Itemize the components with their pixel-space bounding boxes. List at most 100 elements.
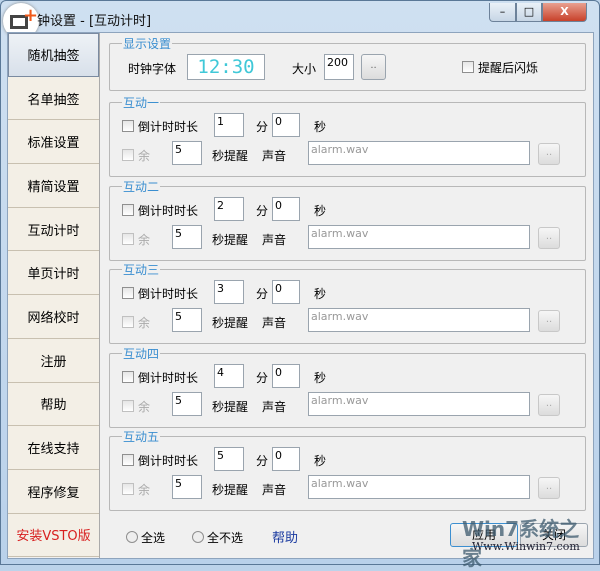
remain-checkbox[interactable] [122,399,134,412]
interaction-group: 互动二 倒计时时长 2 分 0 秒 余 5 秒提醒 声音 alarm.wav .… [109,177,586,261]
remain-checkbox[interactable] [122,149,134,161]
countdown-label: 倒计时时长 [138,203,199,218]
sound-label: 声音 [262,483,287,497]
interaction-group: 互动四 倒计时时长 4 分 0 秒 余 5 秒提醒 声音 alarm.wav .… [109,344,586,428]
window-title: 钟设置 - [互动计时] [37,14,152,29]
sidebar-item[interactable]: 随机抽签 [8,33,99,77]
select-all-radio[interactable] [126,531,138,543]
countdown-checkbox[interactable] [122,454,134,466]
sidebar-item[interactable]: 在线支持 [8,426,99,470]
remind-seconds-input[interactable]: 5 [172,308,202,332]
sidebar-item[interactable]: 帮助 [8,382,99,427]
remain-label: 余 [138,149,151,163]
clock-font-preview[interactable]: 12:30 [187,54,265,80]
remain-label: 余 [138,232,151,247]
group-legend: 显示设置 [122,35,173,52]
flash-checkbox[interactable] [462,61,474,73]
close-dialog-button[interactable]: 关闭 [520,523,588,547]
sound-file-input[interactable]: alarm.wav [308,308,530,332]
sidebar-item[interactable]: 注册 [8,338,99,383]
countdown-checkbox[interactable] [122,120,134,132]
select-none-radio[interactable] [192,531,204,543]
clock-font-label: 时钟字体 [128,62,177,76]
sound-label: 声音 [262,399,287,414]
group-legend: 互动一 [122,94,161,111]
seconds-input[interactable]: 0 [272,196,300,221]
countdown-label: 倒计时时长 [138,370,199,385]
minutes-label: 分 [256,203,269,218]
remain-checkbox[interactable] [122,232,134,245]
remind-seconds-input[interactable]: 5 [172,391,202,416]
remind-seconds-input[interactable]: 5 [172,475,202,499]
group-legend: 互动三 [122,261,161,278]
minutes-label: 分 [256,287,269,301]
seconds-input[interactable]: 0 [272,280,300,304]
sidebar-item[interactable]: 互动计时 [8,207,99,252]
sound-file-input[interactable]: alarm.wav [308,391,530,416]
minutes-input[interactable]: 5 [214,447,244,471]
remind-label: 秒提醒 [212,232,249,247]
client-area: 随机抽签 名单抽签 标准设置 精简设置 互动计时 单页计时 网络校时 注册 帮助 在线支持 程序修复… [7,32,594,570]
seconds-label: 秒 [314,120,327,134]
font-browse-button[interactable]: .. [361,54,386,80]
sound-browse-button[interactable]: .. [538,310,560,332]
remain-checkbox[interactable] [122,316,134,328]
remind-label: 秒提醒 [212,316,249,330]
sidebar-item[interactable]: 名单抽签 [8,76,99,121]
countdown-checkbox[interactable] [122,287,134,299]
countdown-label: 倒计时时长 [138,454,199,468]
remain-label: 余 [138,483,151,497]
size-input[interactable]: 200 [324,54,354,80]
app-window: + 钟设置 - [互动计时] – □ X 随机抽签 名单抽签 标准设置 精简设置 互动计… [0,0,600,570]
interaction-group: 互动三 倒计时时长 3 分 0 秒 余 5 秒提醒 声音 alarm.wav .… [109,261,586,344]
seconds-input[interactable]: 0 [272,113,300,137]
remind-label: 秒提醒 [212,399,249,414]
sidebar-item[interactable]: 精简设置 [8,164,99,208]
remind-seconds-input[interactable]: 5 [172,224,202,249]
flash-label: 提醒后闪烁 [478,61,539,75]
remind-seconds-input[interactable]: 5 [172,141,202,165]
sidebar-item[interactable]: 网络校时 [8,295,99,339]
seconds-input[interactable]: 0 [272,363,300,388]
minutes-label: 分 [256,370,269,385]
group-legend: 互动二 [122,177,161,195]
sound-label: 声音 [262,149,287,163]
size-label: 大小 [292,62,317,76]
sound-file-input[interactable]: alarm.wav [308,141,530,165]
minutes-input[interactable]: 3 [214,280,244,304]
sound-browse-button[interactable]: .. [538,226,560,249]
help-link[interactable]: 帮助 [272,527,298,546]
minimize-button[interactable]: – [489,3,516,22]
sidebar-item[interactable]: 安装VSTO版 [8,513,99,558]
apply-button[interactable]: 应用 [450,523,518,547]
seconds-input[interactable]: 0 [272,447,300,471]
group-legend: 互动四 [122,344,161,362]
remind-label: 秒提醒 [212,483,249,497]
remain-checkbox[interactable] [122,483,134,495]
close-button[interactable]: X [542,3,587,22]
remain-label: 余 [138,399,151,414]
countdown-label: 倒计时时长 [138,120,199,134]
sidebar-item[interactable]: 程序修复 [8,469,99,514]
remain-label: 余 [138,316,151,330]
display-settings-group: 显示设置 时钟字体 12:30 大小 200 .. 提醒后闪烁 [109,35,586,91]
countdown-checkbox[interactable] [122,203,134,216]
remind-label: 秒提醒 [212,149,249,163]
sidebar-item[interactable]: 标准设置 [8,120,99,165]
sound-file-input[interactable]: alarm.wav [308,475,530,499]
minutes-label: 分 [256,120,269,134]
maximize-button[interactable]: □ [516,3,542,22]
seconds-label: 秒 [314,370,327,385]
interaction-group: 互动五 倒计时时长 5 分 0 秒 余 5 秒提醒 声音 alarm.wav .… [109,428,586,511]
minutes-input[interactable]: 2 [214,196,244,221]
sound-browse-button[interactable]: .. [538,477,560,499]
sound-browse-button[interactable]: .. [538,393,560,416]
sound-file-input[interactable]: alarm.wav [308,224,530,249]
sidebar-item[interactable]: 单页计时 [8,251,99,296]
sound-browse-button[interactable]: .. [538,143,560,165]
minutes-input[interactable]: 4 [214,363,244,388]
minutes-input[interactable]: 1 [214,113,244,137]
countdown-label: 倒计时时长 [138,287,199,301]
seconds-label: 秒 [314,287,327,301]
countdown-checkbox[interactable] [122,370,134,383]
